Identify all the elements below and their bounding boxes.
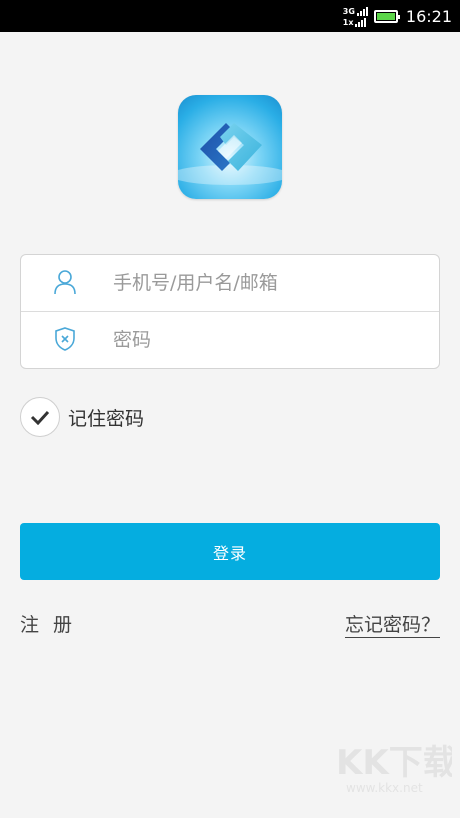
remember-checkbox[interactable] — [20, 397, 60, 437]
forgot-password-link[interactable]: 忘记密码？ — [345, 610, 440, 637]
app-logo-icon — [178, 95, 282, 199]
shield-icon — [55, 327, 75, 351]
remember-label: 记住密码 — [68, 407, 145, 430]
username-row — [21, 255, 439, 311]
watermark-brand: KK下载 — [336, 743, 452, 783]
login-form — [20, 254, 440, 369]
login-button[interactable]: 登录 — [20, 523, 440, 580]
status-time: 16:21 — [405, 6, 452, 26]
network-indicator: 3G 1x — [343, 5, 368, 27]
network-type-top: 3G — [342, 7, 355, 16]
signal-bars-icon — [356, 7, 368, 16]
register-link[interactable]: 注册 — [20, 610, 86, 637]
checkmark-icon — [30, 410, 50, 425]
user-icon — [54, 270, 76, 295]
signal-bars-icon — [355, 18, 367, 27]
status-bar: 3G 1x 16:21 — [0, 0, 460, 32]
battery-icon — [373, 9, 400, 23]
username-input[interactable] — [113, 263, 423, 303]
password-input[interactable] — [113, 320, 423, 360]
battery-level — [376, 12, 395, 20]
password-row — [21, 312, 439, 368]
remember-password[interactable]: 记住密码 — [20, 397, 144, 437]
network-type-bottom: 1x — [342, 18, 354, 27]
watermark-logo: KK下载 www.kkx.net — [332, 738, 457, 798]
watermark-url: www.kkx.net — [346, 781, 423, 795]
